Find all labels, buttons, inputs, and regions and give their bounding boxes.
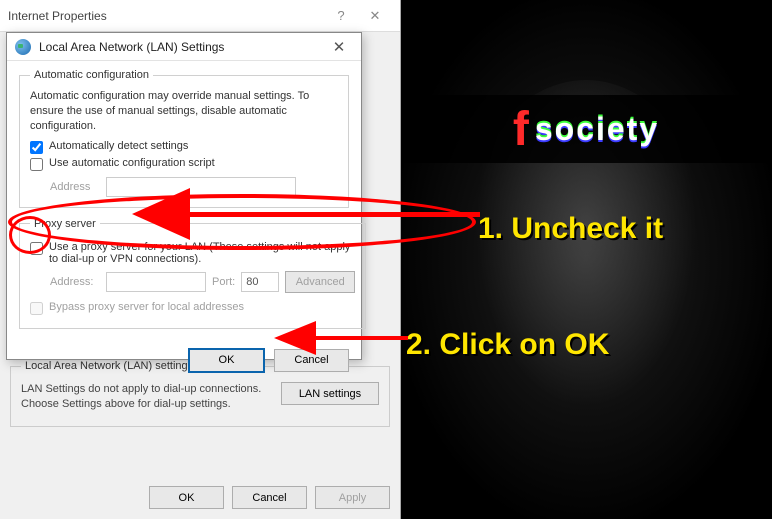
automatic-configuration-group: Automatic configuration Automatic config… — [19, 69, 349, 208]
dialog-button-row: OK Cancel — [7, 349, 361, 384]
dialog-titlebar: Local Area Network (LAN) Settings ✕ — [7, 33, 361, 61]
proxy-advanced-button: Advanced — [285, 271, 355, 293]
internet-properties-titlebar: Internet Properties ? ✕ — [0, 0, 400, 32]
auto-detect-label: Automatically detect settings — [49, 140, 188, 152]
parent-cancel-button[interactable]: Cancel — [232, 486, 307, 509]
proxy-server-group: Proxy server Use a proxy server for your… — [19, 218, 366, 329]
bypass-proxy-row: Bypass proxy server for local addresses — [30, 301, 355, 315]
parent-ok-button[interactable]: OK — [149, 486, 224, 509]
help-icon[interactable]: ? — [324, 8, 358, 23]
bypass-proxy-label: Bypass proxy server for local addresses — [49, 301, 244, 313]
lan-settings-dialog: Local Area Network (LAN) Settings ✕ Auto… — [6, 32, 362, 360]
lan-settings-description: LAN Settings do not apply to dial-up con… — [21, 382, 263, 412]
fsociety-logo: f society — [400, 95, 772, 163]
auto-config-legend: Automatic configuration — [30, 69, 153, 81]
internet-properties-buttons: OK Cancel Apply — [0, 486, 390, 509]
auto-config-description: Automatic configuration may override man… — [30, 89, 338, 134]
background-panel: f society — [400, 0, 772, 519]
use-proxy-label: Use a proxy server for your LAN (These s… — [49, 241, 355, 265]
annotation-step-1: 1. Uncheck it — [478, 212, 663, 246]
lan-settings-button[interactable]: LAN settings — [281, 382, 379, 405]
auto-script-label: Use automatic configuration script — [49, 157, 215, 169]
dialog-cancel-button[interactable]: Cancel — [274, 349, 349, 372]
dialog-ok-button[interactable]: OK — [189, 349, 264, 372]
auto-address-label: Address — [50, 181, 100, 193]
dialog-title: Local Area Network (LAN) Settings — [39, 40, 224, 54]
bypass-proxy-checkbox — [30, 302, 43, 315]
proxy-address-label: Address: — [50, 276, 100, 288]
auto-script-row[interactable]: Use automatic configuration script — [30, 157, 338, 171]
auto-detect-checkbox[interactable] — [30, 141, 43, 154]
auto-detect-row[interactable]: Automatically detect settings — [30, 140, 338, 154]
proxy-port-input — [241, 272, 279, 292]
globe-icon — [15, 39, 31, 55]
use-proxy-checkbox[interactable] — [30, 242, 43, 255]
use-proxy-row[interactable]: Use a proxy server for your LAN (These s… — [30, 241, 355, 265]
window-title: Internet Properties — [8, 9, 107, 23]
proxy-port-label: Port: — [212, 276, 235, 288]
logo-letter-f: f — [513, 102, 531, 157]
proxy-address-input — [106, 272, 206, 292]
auto-script-checkbox[interactable] — [30, 158, 43, 171]
logo-word-society: society — [535, 111, 659, 148]
annotation-step-2: 2. Click on OK — [406, 328, 609, 362]
proxy-legend: Proxy server — [30, 218, 100, 230]
dialog-close-icon[interactable]: ✕ — [325, 38, 353, 56]
parent-apply-button[interactable]: Apply — [315, 486, 390, 509]
auto-address-input — [106, 177, 296, 197]
close-icon[interactable]: ✕ — [358, 8, 392, 24]
